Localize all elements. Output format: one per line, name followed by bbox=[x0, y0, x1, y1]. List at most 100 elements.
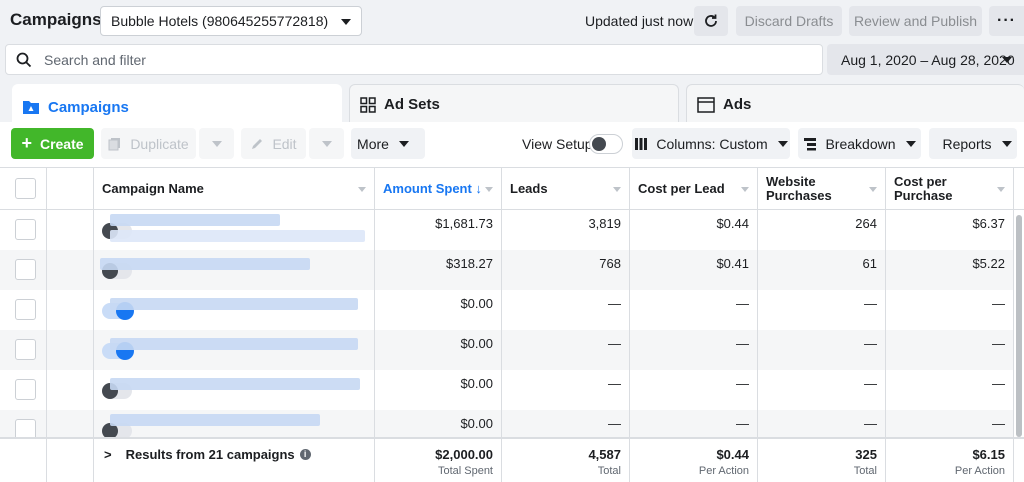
search-input[interactable] bbox=[44, 49, 804, 71]
column-label: Website Purchases bbox=[766, 173, 832, 203]
column-label: Campaign Name bbox=[102, 180, 204, 196]
campaign-name-cell[interactable] bbox=[94, 410, 375, 438]
column-header-cost-per-lead[interactable]: Cost per Lead bbox=[630, 168, 758, 210]
table-row[interactable]: $0.00 — — — — bbox=[0, 330, 1014, 370]
column-label: Cost per Lead bbox=[638, 180, 725, 196]
cell-value: — bbox=[736, 376, 749, 391]
footer-spacer bbox=[47, 439, 94, 482]
cell-value: — bbox=[608, 376, 621, 391]
campaign-name-cell[interactable] bbox=[94, 330, 375, 370]
tab-ad-sets[interactable]: Ad Sets bbox=[349, 84, 679, 124]
cell-value: 768 bbox=[599, 256, 621, 271]
scrollbar-thumb[interactable] bbox=[1016, 215, 1022, 437]
cell-value: $0.41 bbox=[716, 256, 749, 271]
row-toggle-cell bbox=[47, 210, 132, 250]
amount-spent-cell: $0.00 bbox=[375, 330, 502, 370]
review-publish-button[interactable]: Review and Publish bbox=[849, 6, 982, 36]
breakdown-button[interactable]: Breakdown bbox=[798, 128, 921, 159]
total-value: 325 bbox=[855, 447, 877, 462]
redacted-name bbox=[110, 230, 365, 242]
table-row[interactable]: $0.00 — — — — bbox=[0, 370, 1014, 410]
total-amount-spent: $2,000.00 Total Spent bbox=[375, 439, 502, 482]
row-select-cell bbox=[0, 210, 47, 250]
cell-value: $318.27 bbox=[446, 256, 493, 271]
refresh-icon bbox=[705, 14, 717, 27]
duplicate-icon bbox=[108, 137, 121, 150]
amount-spent-cell: $0.00 bbox=[375, 410, 502, 438]
row-toggle-cell bbox=[47, 370, 132, 410]
table-row[interactable]: $0.00 — — — — bbox=[0, 290, 1014, 330]
column-header-amount-spent[interactable]: Amount Spent ↓ bbox=[375, 168, 502, 210]
campaign-name-cell[interactable] bbox=[94, 370, 375, 410]
cell-value: — bbox=[992, 416, 1005, 431]
row-checkbox[interactable] bbox=[15, 299, 36, 320]
more-options-button[interactable]: ··· bbox=[989, 6, 1024, 36]
edit-dropdown[interactable] bbox=[309, 128, 344, 159]
breakdown-icon bbox=[804, 137, 817, 150]
columns-button[interactable]: Columns: Custom bbox=[632, 128, 790, 159]
column-header-cost-per-purchase[interactable]: Cost per Purchase bbox=[886, 168, 1014, 210]
tab-ads[interactable]: Ads bbox=[686, 84, 1024, 124]
redacted-name bbox=[110, 414, 320, 426]
select-all-checkbox[interactable] bbox=[15, 178, 36, 199]
row-checkbox[interactable] bbox=[15, 339, 36, 360]
more-button[interactable]: More bbox=[351, 128, 425, 159]
total-caption: Total bbox=[597, 465, 621, 477]
row-checkbox[interactable] bbox=[15, 379, 36, 400]
row-checkbox[interactable] bbox=[15, 419, 36, 438]
reports-label: Reports bbox=[942, 135, 992, 152]
duplicate-button[interactable]: Duplicate bbox=[101, 128, 196, 159]
campaign-name-cell[interactable] bbox=[94, 210, 375, 250]
row-toggle-cell bbox=[47, 330, 134, 370]
caret-down-icon bbox=[613, 187, 621, 192]
caret-down-icon bbox=[321, 140, 332, 147]
discard-drafts-button[interactable]: Discard Drafts bbox=[736, 6, 842, 36]
reports-button[interactable]: Reports bbox=[929, 128, 1017, 159]
create-button[interactable]: + Create bbox=[11, 128, 94, 159]
total-leads: 4,587 Total bbox=[502, 439, 630, 482]
row-checkbox[interactable] bbox=[15, 259, 36, 280]
cell-value: $1,681.73 bbox=[435, 216, 493, 231]
tab-label: Ad Sets bbox=[384, 96, 440, 113]
table-scrollbar[interactable] bbox=[1014, 210, 1024, 440]
caret-down-icon bbox=[741, 187, 749, 192]
column-header-website-purchases[interactable]: Website Purchases bbox=[758, 168, 886, 210]
campaign-name-cell[interactable] bbox=[94, 250, 375, 290]
view-setup-toggle[interactable] bbox=[589, 134, 623, 154]
account-selector[interactable]: Bubble Hotels (980645255772818) bbox=[100, 6, 362, 36]
breakdown-label: Breakdown bbox=[825, 135, 896, 152]
refresh-button[interactable] bbox=[694, 6, 728, 36]
cost-per-lead-cell: — bbox=[630, 330, 758, 370]
duplicate-dropdown[interactable] bbox=[199, 128, 234, 159]
cell-value: — bbox=[736, 336, 749, 351]
column-header-leads[interactable]: Leads bbox=[502, 168, 630, 210]
edit-button[interactable]: Edit bbox=[241, 128, 306, 159]
date-range-picker[interactable]: Aug 1, 2020 – Aug 28, 2020 bbox=[827, 44, 1024, 75]
row-checkbox[interactable] bbox=[15, 219, 36, 240]
amount-spent-cell: $0.00 bbox=[375, 370, 502, 410]
cell-value: 264 bbox=[855, 216, 877, 231]
amount-spent-cell: $0.00 bbox=[375, 290, 502, 330]
footer-spacer bbox=[0, 439, 47, 482]
total-caption: Total bbox=[853, 465, 877, 477]
row-select-cell bbox=[0, 290, 47, 330]
results-summary[interactable]: > Results from 21 campaigns i bbox=[104, 447, 311, 462]
total-value: $2,000.00 bbox=[435, 447, 493, 462]
search-icon bbox=[16, 52, 32, 68]
campaign-name-cell[interactable] bbox=[94, 290, 375, 330]
table-row[interactable]: $0.00 — — — — bbox=[0, 410, 1014, 438]
search-bar[interactable] bbox=[5, 44, 823, 75]
row-select-cell bbox=[0, 250, 47, 290]
table-row[interactable]: $1,681.73 3,819 $0.44 264 $6.37 bbox=[0, 210, 1014, 250]
column-header-campaign-name[interactable]: Campaign Name bbox=[94, 168, 375, 210]
table-row[interactable]: $318.27 768 $0.41 61 $5.22 bbox=[0, 250, 1014, 290]
info-icon[interactable]: i bbox=[299, 449, 311, 460]
folder-icon bbox=[22, 99, 40, 115]
pencil-icon bbox=[252, 138, 263, 149]
cost-per-lead-cell: $0.41 bbox=[630, 250, 758, 290]
edit-label: Edit bbox=[272, 135, 297, 152]
total-caption: Per Action bbox=[954, 465, 1005, 477]
redacted-name bbox=[110, 214, 280, 226]
caret-down-icon bbox=[1001, 140, 1012, 147]
caret-down-icon bbox=[997, 187, 1005, 192]
